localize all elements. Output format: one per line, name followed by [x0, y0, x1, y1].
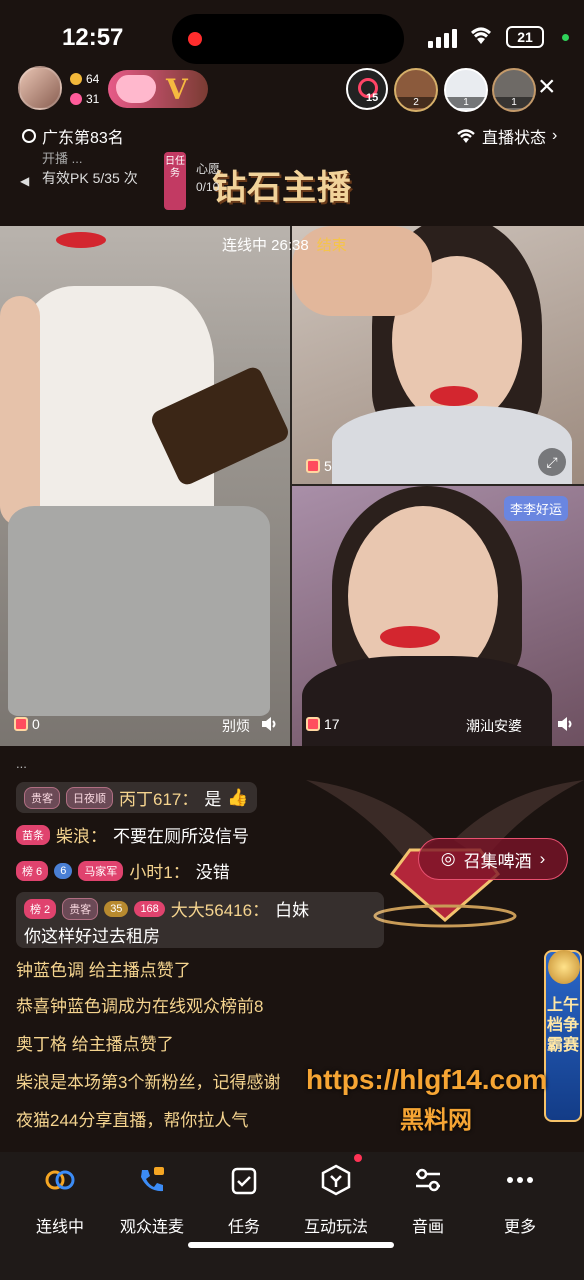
nav-audience-mic[interactable]: 观众连麦	[104, 1162, 200, 1237]
connection-timer: 连线中 26:38 结束	[222, 237, 347, 254]
lips	[56, 232, 106, 248]
heart-icon	[116, 75, 156, 103]
link-icon	[45, 1170, 75, 1190]
stat-fans: 64	[70, 72, 99, 86]
chat-message[interactable]: 贵客 日夜顺 丙丁617： 是 👍	[16, 782, 257, 813]
linked-video-grid: 连线中 26:38 结束 0 别烦 5 ⤢ 李李好运 17 潮汕安婆	[0, 226, 584, 746]
home-indicator[interactable]	[188, 1242, 394, 1248]
beer-icon: ◎	[440, 849, 456, 868]
live-status-button[interactable]: 直播状态 ›	[456, 124, 557, 148]
luck-tag: 李李好运	[504, 496, 569, 521]
shirt	[332, 406, 572, 484]
wifi-status-icon	[457, 129, 475, 143]
chevron-right-icon: ›	[552, 127, 558, 144]
collapse-arrow-icon[interactable]: ◀	[20, 174, 29, 188]
viewer-avatar[interactable]: 1	[444, 68, 488, 112]
gift-count-left: 0	[14, 716, 40, 732]
lips	[430, 386, 478, 406]
viewer-avatar[interactable]: 2	[394, 68, 438, 112]
recording-indicator	[188, 32, 202, 46]
watermark-name: 黑料网	[400, 1107, 472, 1134]
expand-icon[interactable]: ⤢	[538, 448, 566, 476]
thumbs-up-icon: 👍	[227, 787, 249, 807]
system-message: 奥丁格 给主播点赞了	[16, 1035, 174, 1054]
shorts	[8, 506, 270, 716]
daily-task-tag[interactable]: 日任务	[164, 152, 186, 210]
chat-message: 榜 2 贵客 35 168 大大56416： 白妹	[24, 896, 309, 921]
popularity-target-button[interactable]: 15	[346, 68, 388, 110]
speaker-icon[interactable]	[260, 716, 278, 732]
host-video[interactable]	[0, 226, 290, 746]
signal-icon	[428, 28, 457, 48]
clock-icon	[22, 129, 36, 143]
left-stream-name: 别烦	[222, 718, 250, 734]
trophy-icon	[548, 950, 580, 984]
nav-audio-video[interactable]: 音画	[380, 1162, 476, 1237]
heart-small-icon	[70, 93, 82, 105]
host-avatar[interactable]	[18, 66, 62, 110]
battery-indicator: 21	[506, 26, 544, 48]
system-message: 夜猫244分享直播，帮你拉人气	[16, 1111, 249, 1130]
interact-icon	[321, 1164, 351, 1196]
end-connection-button[interactable]: 结束	[317, 237, 347, 254]
watermark-url: https://hlgf14.com	[306, 1064, 548, 1095]
lips	[380, 626, 440, 648]
nav-task[interactable]: 任务	[196, 1162, 292, 1237]
phone-icon	[141, 1167, 164, 1192]
nav-link-mic[interactable]: 连线中	[12, 1162, 108, 1237]
coin-icon	[70, 73, 82, 85]
more-icon	[507, 1177, 533, 1183]
chevron-right-icon: ›	[539, 849, 546, 868]
guest-video-top[interactable]	[292, 226, 584, 484]
gift-icon	[306, 459, 320, 473]
chat-message[interactable]: 苗条 柴浪： 不要在厕所没信号	[16, 822, 249, 847]
nav-interact[interactable]: 互动玩法	[288, 1162, 384, 1237]
location-rank[interactable]: 广东第83名	[22, 124, 124, 148]
wish-counter[interactable]: 心愿 0/10	[196, 160, 220, 196]
sliders-icon	[416, 1168, 440, 1192]
chat-message[interactable]: 榜 6 6 马家军 小时1： 没错	[16, 858, 230, 883]
notification-dot	[354, 1154, 362, 1162]
close-button[interactable]: ×	[538, 72, 556, 102]
task-icon	[231, 1167, 257, 1195]
privacy-dot	[562, 34, 569, 41]
nav-more[interactable]: 更多	[472, 1162, 568, 1237]
call-beer-button[interactable]: ◎ 召集啤酒 ›	[418, 838, 568, 880]
diamond-host-banner: 钻石主播	[212, 168, 352, 208]
system-message: 恭喜钟蓝色调成为在线观众榜前8	[16, 997, 264, 1016]
chat-message-bubble[interactable]: 榜 2 贵客 35 168 大大56416： 白妹 你这样好过去租房	[16, 892, 384, 948]
pk-progress-panel[interactable]: 开播 ... ◀ 有效PK 5/35 次	[20, 148, 180, 204]
status-time: 12:57	[62, 24, 124, 51]
stat-likes: 31	[70, 92, 99, 106]
guest-video-bottom[interactable]	[292, 486, 584, 746]
bottom-toolbar: 连线中 观众连麦 任务 互动玩法 音画 更多	[0, 1152, 584, 1280]
system-message: 柴浪是本场第3个新粉丝，记得感谢	[16, 1073, 281, 1092]
arm-left	[0, 296, 40, 526]
system-message: 钟蓝色调 给主播点赞了	[16, 961, 191, 980]
v-badge-letter: V	[166, 72, 188, 106]
bottom-right-stream-name: 潮汕安婆	[466, 718, 522, 734]
dynamic-island	[172, 14, 404, 64]
gift-count-bottom-right: 17	[306, 716, 340, 732]
gift-count-top-right: 5	[306, 458, 332, 474]
speaker-icon[interactable]	[556, 716, 574, 732]
viewer-avatar[interactable]: 1	[492, 68, 536, 112]
chat-faded-line: ...	[16, 756, 27, 771]
wifi-icon	[471, 27, 491, 44]
gift-icon	[306, 717, 320, 731]
fan-club-badge[interactable]: V	[108, 70, 208, 108]
gift-icon	[14, 717, 28, 731]
